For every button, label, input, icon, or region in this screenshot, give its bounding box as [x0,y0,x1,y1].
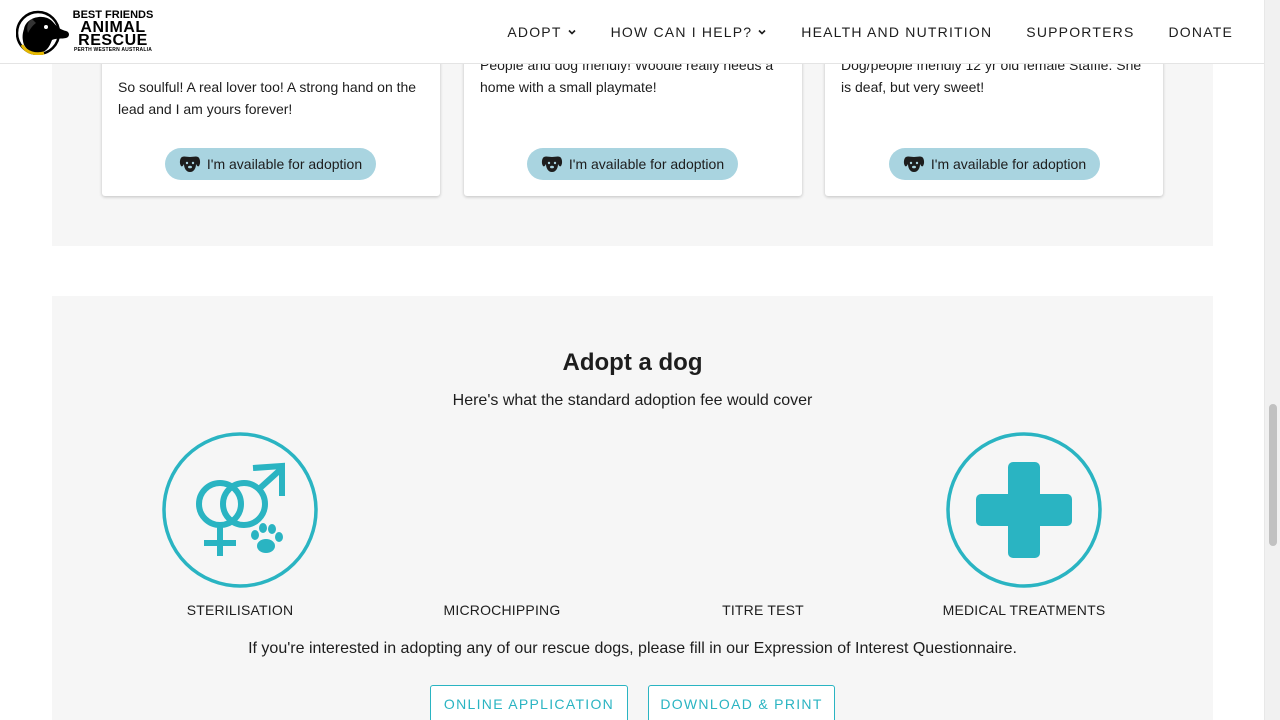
scrollbar-thumb[interactable] [1269,404,1277,546]
logo-line-location: PERTH WESTERN AUSTRALIA [73,47,153,53]
feature-sterilisation: STERILISATION [145,432,335,622]
site-header: BEST FRIENDS ANIMAL RESCUE PERTH WESTERN… [0,0,1264,64]
available-for-adoption-button[interactable]: I'm available for adoption [165,148,376,180]
nav-item-donate[interactable]: DONATE [1169,24,1234,40]
main-nav: ADOPT HOW CAN I HELP? HEALTH AND NUTRITI… [507,0,1233,64]
dog-description-line: home with a small playmate! [480,79,657,95]
chevron-down-icon [758,29,766,35]
nav-label: ADOPT [507,24,562,40]
section-subtitle: Here's what the standard adoption fee wo… [452,392,813,409]
dog-face-icon [903,156,924,172]
dog-description-line: So soulful! A real lover too! A strong h… [118,79,417,95]
expression-of-interest-text: If you're interested in adopting any of … [248,640,1017,657]
dog-description: So soulful! A real lover too! A strong h… [118,76,428,120]
dog-face-icon [179,156,200,172]
feature-label: STERILISATION [186,602,294,618]
adoption-button-label: I'm available for adoption [930,156,1087,172]
available-for-adoption-button[interactable]: I'm available for adoption [527,148,738,180]
nav-label: DONATE [1168,24,1233,40]
section-title: Adopt a dog [562,349,703,376]
nav-item-how-can-i-help[interactable]: HOW CAN I HELP? [611,24,768,40]
sterilisation-icon [162,432,318,588]
dog-logo-icon [16,10,70,55]
nav-item-health-and-nutrition[interactable]: HEALTH AND NUTRITION [801,24,992,40]
feature-titre-test: TITRE TEST [668,432,858,622]
dog-face-icon [541,156,562,172]
feature-label: MEDICAL TREATMENTS [942,602,1106,618]
chevron-down-icon [568,29,576,35]
logo-wordmark: BEST FRIENDS ANIMAL RESCUE PERTH WESTERN… [67,9,159,54]
dog-description-line: lead and I am yours forever! [118,101,293,117]
site-logo[interactable]: BEST FRIENDS ANIMAL RESCUE PERTH WESTERN… [16,9,153,55]
download-print-button[interactable]: DOWNLOAD & PRINT [648,685,835,720]
nav-item-adopt[interactable]: ADOPT [507,24,576,40]
nav-label: SUPPORTERS [1026,24,1135,40]
dog-description-line: is deaf, but very sweet! [841,79,985,95]
logo-line-rescue: RESCUE [78,32,148,49]
feature-microchipping: MICROCHIPPING [407,432,597,622]
online-application-button[interactable]: ONLINE APPLICATION [430,685,628,720]
feature-label: TITRE TEST [722,602,804,618]
adoption-button-label: I'm available for adoption [568,156,725,172]
adoption-button-label: I'm available for adoption [206,156,363,172]
medical-cross-icon [946,432,1102,588]
feature-medical-treatments: MEDICAL TREATMENTS [929,432,1119,622]
available-for-adoption-button[interactable]: I'm available for adoption [889,148,1100,180]
adopt-a-dog-section: Adopt a dog Here's what the standard ado… [52,296,1213,720]
nav-label: HEALTH AND NUTRITION [801,24,993,40]
page-scrollbar[interactable] [1264,0,1280,720]
nav-label: HOW CAN I HELP? [610,24,753,40]
nav-item-supporters[interactable]: SUPPORTERS [1026,24,1134,40]
feature-label: MICROCHIPPING [443,602,561,618]
